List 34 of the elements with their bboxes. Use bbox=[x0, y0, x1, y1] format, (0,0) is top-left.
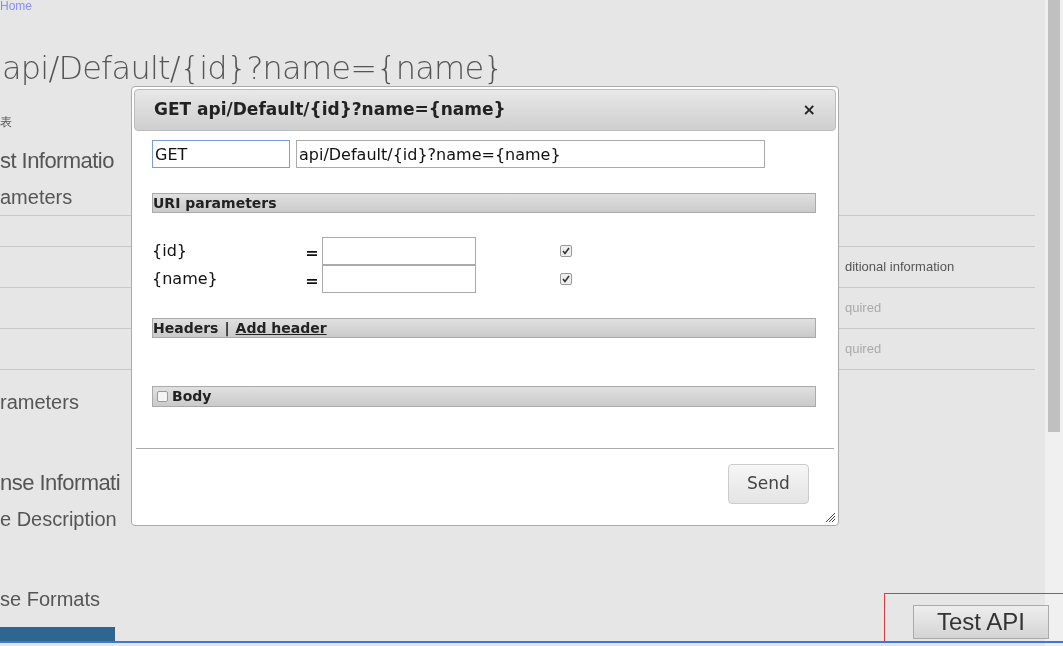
section-heading: nse Informati bbox=[0, 472, 121, 494]
required-checkbox[interactable] bbox=[560, 245, 572, 257]
dialog-title: GET api/Default/{id}?name={name} bbox=[154, 98, 506, 122]
page-subtitle: 表 bbox=[0, 116, 12, 128]
parameter-name: {name} bbox=[152, 268, 219, 290]
section-heading: se Formats bbox=[0, 589, 101, 609]
parameter-name: {id} bbox=[152, 240, 188, 262]
close-button[interactable]: × bbox=[802, 102, 816, 118]
section-bar: URI parameters bbox=[152, 193, 816, 213]
equals-sign: = bbox=[304, 242, 320, 264]
url-field[interactable]: api/Default/{id}?name={name} bbox=[296, 140, 765, 168]
equals-sign: = bbox=[304, 270, 320, 292]
scrollbar-thumb[interactable] bbox=[1048, 0, 1060, 432]
headers-label: Headers bbox=[153, 318, 219, 338]
table-cell-text: quired bbox=[845, 340, 882, 359]
method-field[interactable]: GET bbox=[152, 140, 290, 168]
separator: | bbox=[224, 318, 230, 339]
body-checkbox[interactable] bbox=[157, 391, 168, 402]
table-cell-text: quired bbox=[845, 299, 882, 318]
send-button[interactable]: Send bbox=[728, 464, 809, 504]
parameter-value-field[interactable] bbox=[322, 265, 476, 293]
section-heading: rameters bbox=[0, 392, 79, 412]
resize-grip-icon[interactable] bbox=[825, 512, 836, 523]
body-label: Body bbox=[172, 387, 212, 406]
page-title: api/Default/{id}?name={name} bbox=[2, 52, 503, 84]
required-checkbox[interactable] bbox=[560, 273, 572, 285]
add-header-link[interactable]: Add header bbox=[235, 317, 327, 339]
section-heading: ameters bbox=[0, 187, 73, 207]
parameter-value-field[interactable] bbox=[322, 237, 476, 265]
column-header: ditional information bbox=[845, 258, 955, 277]
scrollbar[interactable] bbox=[1045, 0, 1063, 646]
section-heading: st Informatio bbox=[0, 150, 114, 172]
section-heading: e Description bbox=[0, 509, 117, 529]
test-api-button[interactable]: Test API bbox=[913, 605, 1049, 639]
